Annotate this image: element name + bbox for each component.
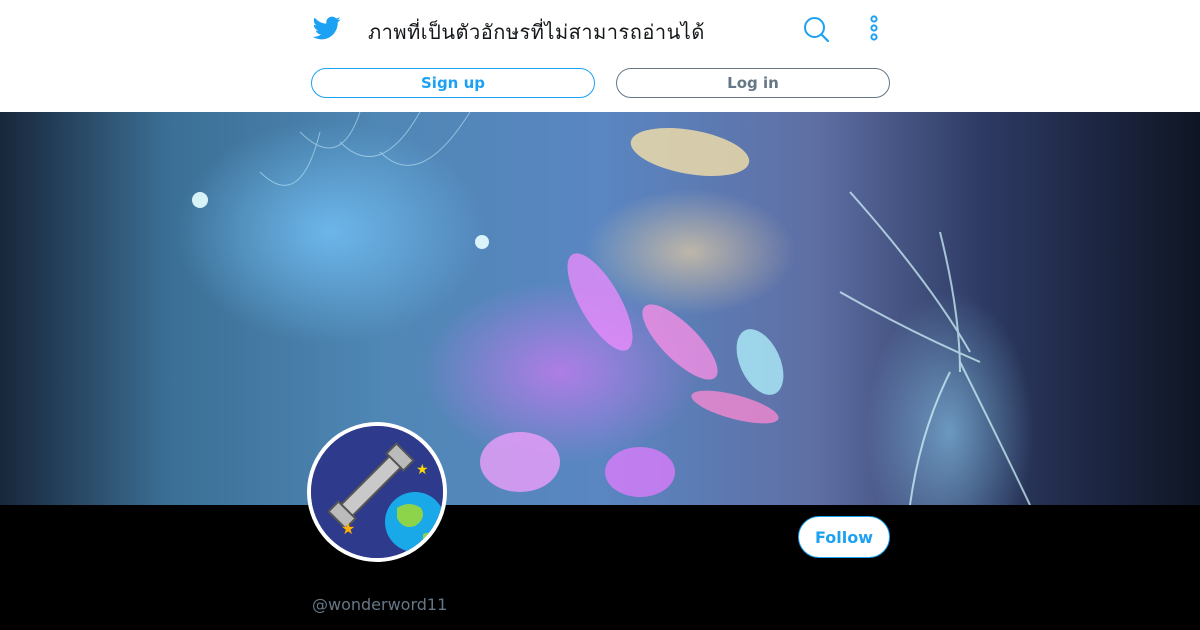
svg-text:★: ★ [341, 519, 355, 538]
avatar-image: ★ ★ [311, 426, 443, 558]
profile-handle: @wonderword11 [312, 595, 448, 614]
svg-text:★: ★ [416, 462, 429, 478]
search-icon[interactable] [802, 15, 830, 43]
twitter-bird-icon[interactable] [312, 14, 342, 42]
profile-avatar[interactable]: ★ ★ [307, 422, 447, 562]
top-nav-bar: ภาพที่เป็นตัวอักษรที่ไม่สามารถอ่านได้ Si… [0, 0, 1200, 112]
more-vertical-icon[interactable] [866, 15, 882, 43]
page-title: ภาพที่เป็นตัวอักษรที่ไม่สามารถอ่านได้ [368, 20, 705, 44]
profile-banner-image [0, 112, 1200, 505]
satellite-earth-icon: ★ ★ [311, 426, 443, 558]
follow-button[interactable]: Follow [798, 516, 890, 558]
banner-artwork [192, 112, 1031, 505]
signup-button[interactable]: Sign up [311, 68, 595, 98]
login-button[interactable]: Log in [616, 68, 890, 98]
